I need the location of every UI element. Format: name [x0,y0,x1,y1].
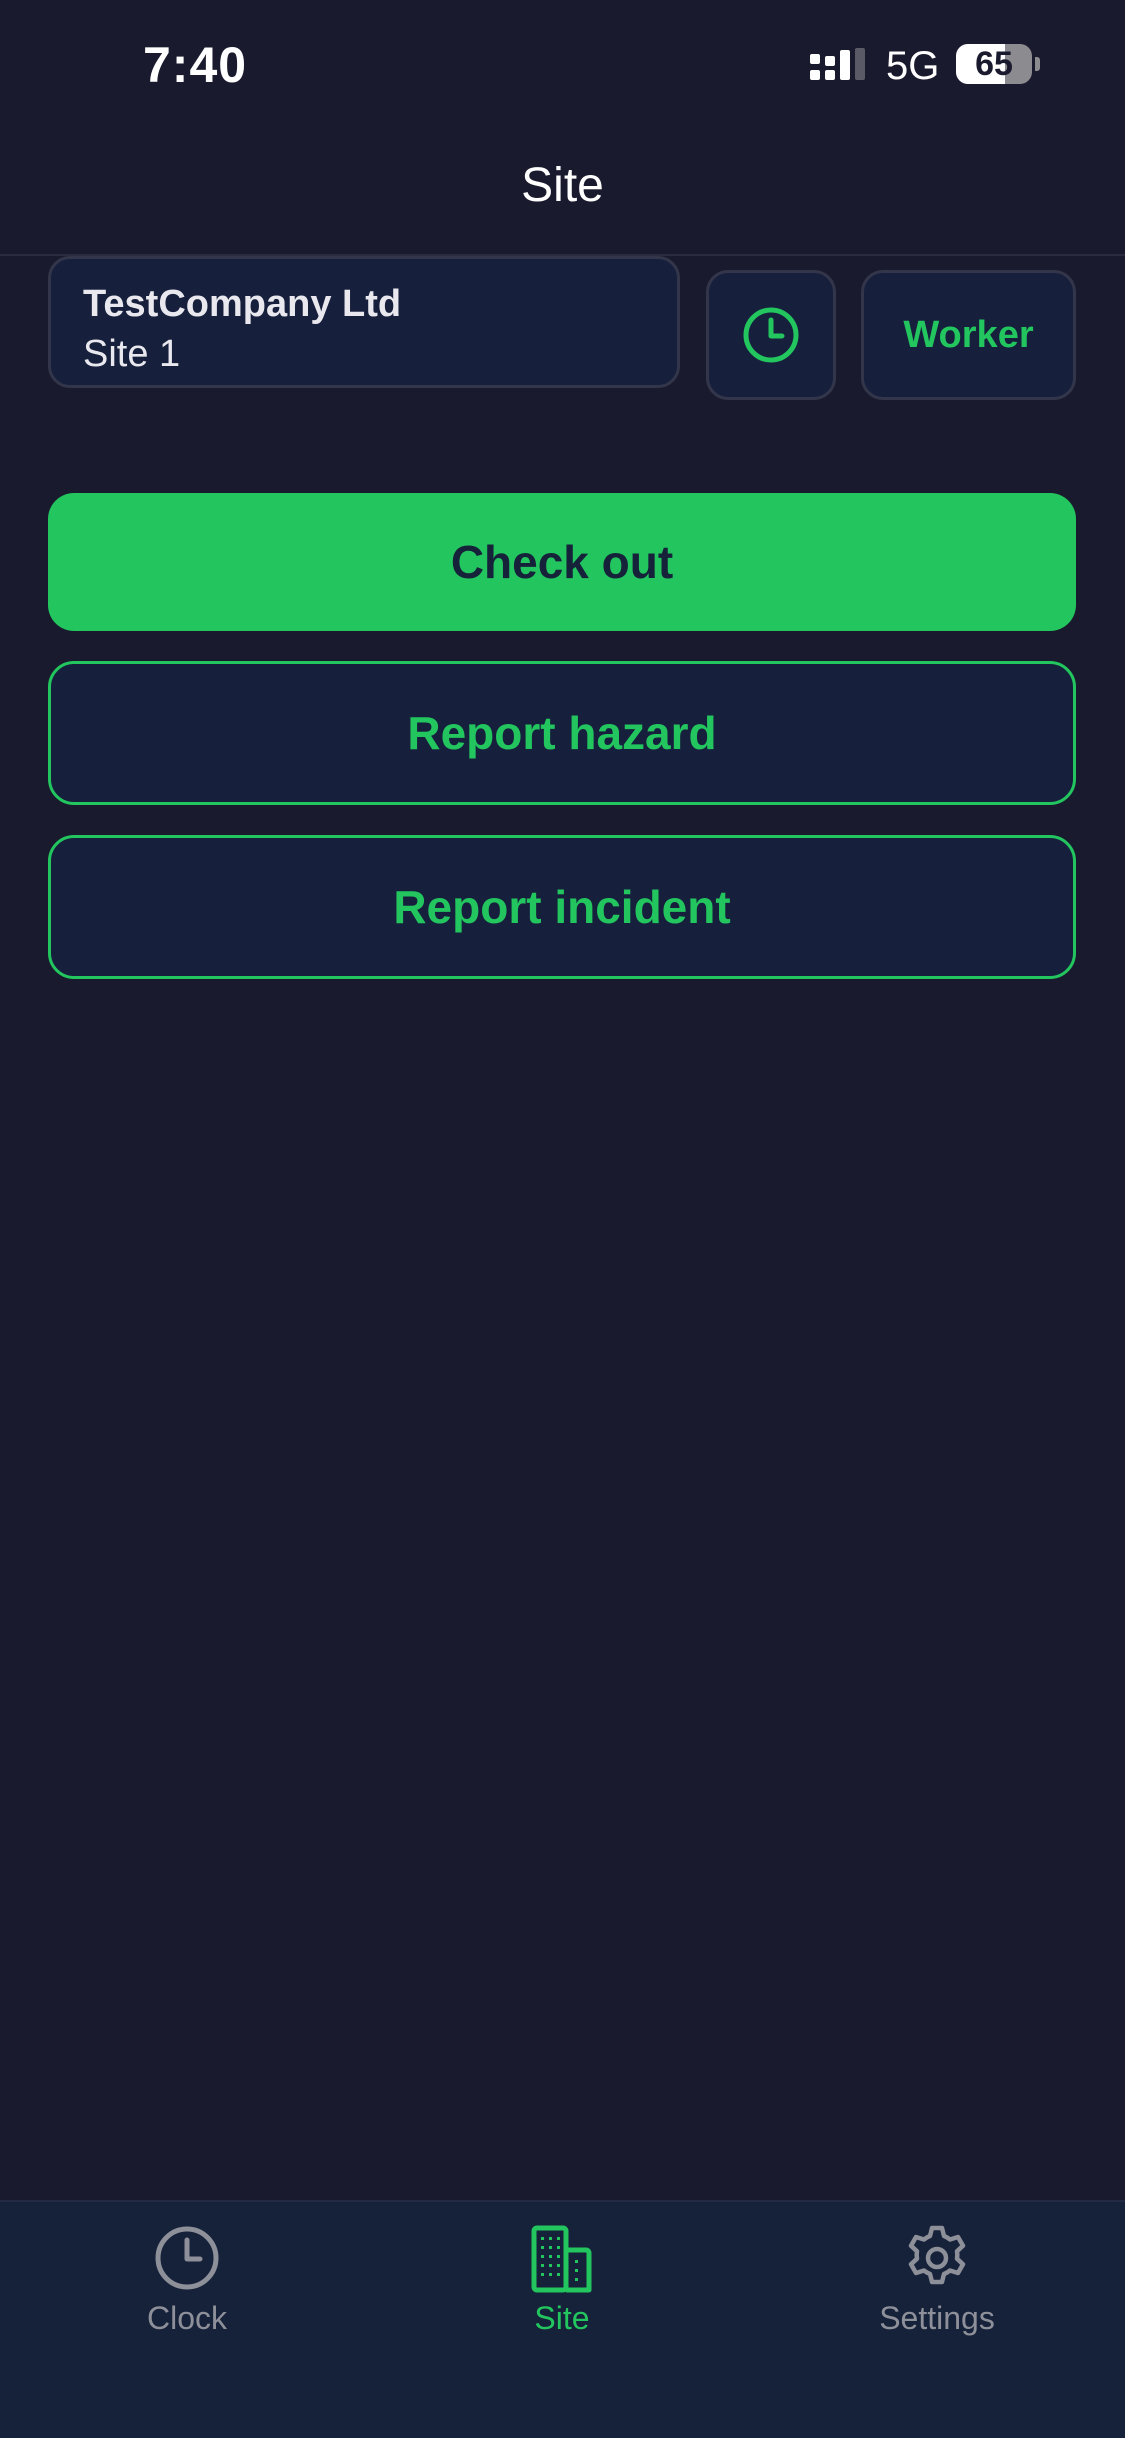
tab-site[interactable]: Site [432,2222,692,2362]
tab-settings-label: Settings [879,2300,995,2336]
tab-bar: Clock Site Settings [0,2200,1125,2438]
signal-icon [810,48,865,80]
gear-icon [908,2225,966,2285]
tab-settings[interactable]: Settings [807,2222,1067,2362]
report-hazard-button[interactable]: Report hazard [48,661,1076,805]
clock-icon [743,307,799,363]
role-button[interactable]: Worker [861,270,1076,400]
site-selector[interactable]: TestCompany Ltd Site 1 [48,256,680,388]
tab-clock-label: Clock [146,2300,227,2336]
tab-clock[interactable]: Clock [57,2222,317,2362]
report-incident-button[interactable]: Report incident [48,835,1076,979]
network-type: 5G [886,44,940,88]
company-name: TestCompany Ltd [83,283,402,325]
battery-icon: 65 [956,44,1032,84]
battery-cap [1035,57,1040,71]
status-time: 7:40 [143,37,248,93]
status-bar: 7:40 5G 65 [0,0,1125,130]
site-name: Site 1 [83,333,181,375]
building-icon [531,2225,592,2293]
history-button[interactable] [706,270,836,400]
battery-level: 65 [975,45,1013,83]
clock-icon [155,2226,219,2290]
check-out-button[interactable]: Check out [48,493,1076,631]
tab-site-label: Site [534,2300,590,2336]
page-title: Site [521,159,604,212]
